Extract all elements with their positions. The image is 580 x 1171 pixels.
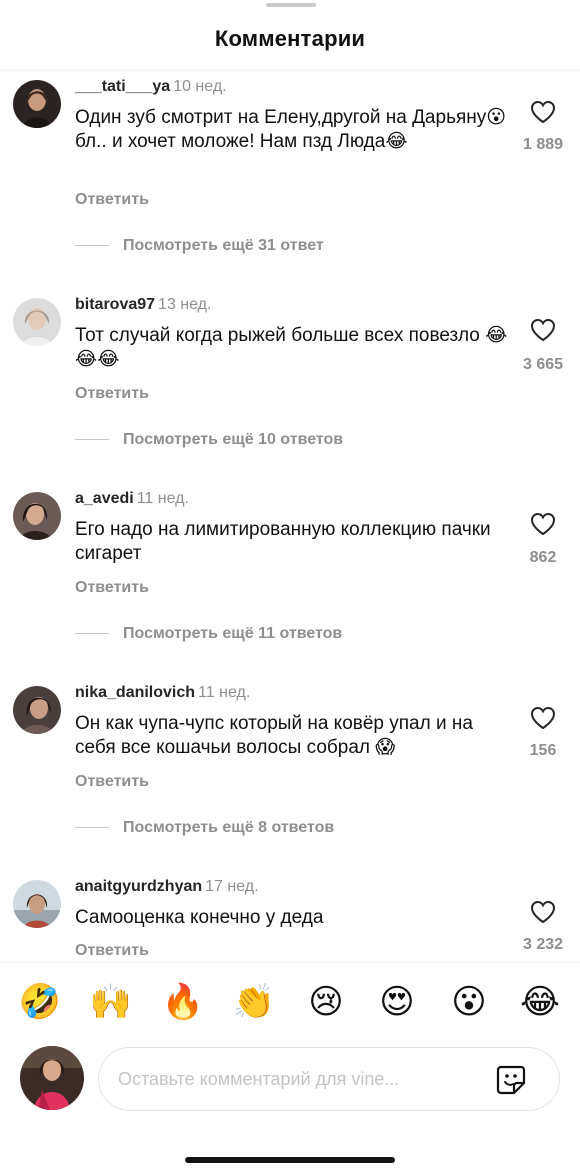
comment-header: a_avedi 11 нед.	[75, 490, 189, 508]
view-more-replies[interactable]: Посмотреть ещё 10 ответов	[75, 431, 343, 449]
comment-time: 11 нед.	[198, 684, 251, 701]
emoji-crying-button[interactable]: 😢	[304, 980, 348, 1024]
composer-divider	[0, 962, 580, 963]
comment-username[interactable]: nika_danilovich	[75, 684, 195, 701]
heart-outline-icon[interactable]	[530, 318, 556, 342]
like-count: 862	[529, 549, 557, 566]
quick-emoji-bar: 🤣 🙌 🔥 👏 😢 😍 😮 😂	[0, 980, 580, 1024]
home-indicator	[185, 1157, 395, 1163]
comment-text: Он как чупа-чупс который на ковёр упал и…	[75, 713, 473, 758]
emoji-surprised-button[interactable]: 😮	[447, 980, 491, 1024]
emoji-tears-of-joy-button[interactable]: 😂	[518, 980, 562, 1024]
reply-button[interactable]: Ответить	[75, 773, 149, 791]
view-more-replies-label: Посмотреть ещё 8 ответов	[123, 819, 335, 836]
comment-username[interactable]: ___tati___ya	[75, 78, 170, 95]
comment-username[interactable]: bitarova97	[75, 296, 155, 313]
comment-input-placeholder: Оставьте комментарий для vine...	[118, 1069, 400, 1089]
comment-header: nika_danilovich 11 нед.	[75, 684, 250, 702]
view-more-replies[interactable]: Посмотреть ещё 31 ответ	[75, 237, 324, 255]
page-title: Комментарии	[214, 26, 366, 51]
heart-outline-icon[interactable]	[530, 706, 556, 730]
thread-line	[75, 439, 109, 441]
comment-header: bitarova97 13 нед.	[75, 296, 211, 314]
comment-text: Один зуб смотрит на Елену,другой на Дарь…	[75, 107, 507, 152]
comment-time: 10 нед.	[173, 78, 227, 95]
thread-line	[75, 245, 109, 247]
avatar[interactable]	[13, 80, 61, 128]
avatar[interactable]	[13, 880, 61, 928]
view-more-replies[interactable]: Посмотреть ещё 8 ответов	[75, 819, 334, 837]
comment-text: Его надо на лимитированную коллекцию пач…	[75, 519, 491, 564]
emoji-fire-button[interactable]: 🔥	[161, 980, 205, 1024]
comment-header: ___tati___ya 10 нед.	[75, 78, 227, 96]
avatar[interactable]	[13, 492, 61, 540]
avatar[interactable]	[13, 686, 61, 734]
thread-line	[75, 827, 109, 829]
comment-time: 17 нед.	[205, 878, 259, 895]
heart-outline-icon[interactable]	[530, 900, 556, 924]
current-user-avatar	[20, 1046, 84, 1110]
heart-outline-icon[interactable]	[530, 512, 556, 536]
reply-button[interactable]: Ответить	[75, 385, 149, 403]
header-divider	[0, 70, 580, 71]
reply-button[interactable]: Ответить	[75, 579, 149, 597]
emoji-heart-eyes-button[interactable]: 😍	[375, 980, 419, 1024]
like-count: 1 889	[522, 136, 564, 153]
like-count: 3 665	[522, 356, 564, 373]
comment-time: 11 нед.	[136, 490, 189, 507]
comment-time: 13 нед.	[158, 296, 212, 313]
emoji-rofl-button[interactable]: 🤣	[18, 980, 62, 1024]
heart-outline-icon[interactable]	[530, 100, 556, 124]
comment-header: anaitgyurdzhyan 17 нед.	[75, 878, 259, 896]
sticker-icon[interactable]	[495, 1064, 527, 1096]
emoji-clapping-button[interactable]: 👏	[232, 980, 276, 1024]
view-more-replies-label: Посмотреть ещё 31 ответ	[123, 237, 324, 254]
reply-button[interactable]: Ответить	[75, 942, 149, 960]
view-more-replies-label: Посмотреть ещё 11 ответов	[123, 625, 343, 642]
like-count: 156	[529, 742, 557, 759]
like-count: 3 232	[522, 936, 564, 953]
view-more-replies[interactable]: Посмотреть ещё 11 ответов	[75, 625, 342, 643]
comment-username[interactable]: anaitgyurdzhyan	[75, 878, 202, 895]
reply-button[interactable]: Ответить	[75, 191, 149, 209]
comment-input[interactable]: Оставьте комментарий для vine...	[98, 1047, 560, 1111]
comment-text: Самооценка конечно у деда	[75, 907, 324, 928]
comment-username[interactable]: a_avedi	[75, 490, 134, 507]
emoji-raised-hands-button[interactable]: 🙌	[89, 980, 133, 1024]
thread-line	[75, 633, 109, 635]
sheet-drag-handle[interactable]	[266, 3, 316, 7]
view-more-replies-label: Посмотреть ещё 10 ответов	[123, 431, 344, 448]
avatar[interactable]	[13, 298, 61, 346]
comment-text: Тот случай когда рыжей больше всех повез…	[75, 325, 508, 370]
